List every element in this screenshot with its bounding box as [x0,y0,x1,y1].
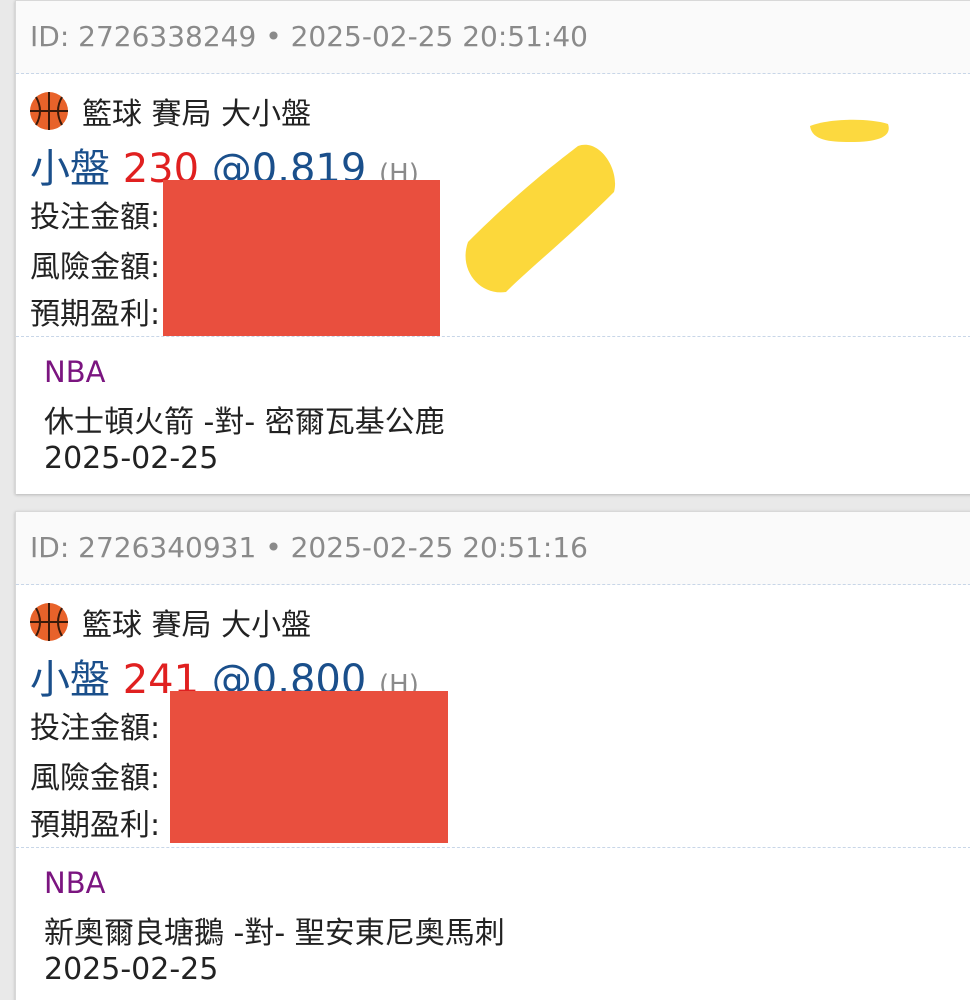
risk-label: 風險金額: [30,761,161,796]
bet-history-screen: ID: 2726338249 • 2025-02-25 20:51:40 籃球 … [0,0,970,1000]
basketball-icon [30,603,68,641]
event-date: 2025-02-25 [44,952,219,987]
league-name: NBA [44,866,106,900]
league-name: NBA [44,355,106,389]
redaction-box [170,691,448,843]
matchup: 新奧爾良塘鵝 -對- 聖安東尼奧馬刺 [44,916,505,951]
sport-market-label: 籃球 賽局 大小盤 [82,608,312,643]
bet-details: 籃球 賽局 大小盤 小盤 230 @0.819 (H) 投注金額: 風險金額: … [16,74,970,337]
pick-side: 小盤 [30,657,110,703]
basketball-icon [30,92,68,130]
bet-id-timestamp: ID: 2726338249 • 2025-02-25 20:51:40 [16,1,970,74]
sport-market-line: 籃球 賽局 大小盤 [28,599,311,645]
matchup: 休士頓火箭 -對- 密爾瓦基公鹿 [44,405,445,440]
event-info: NBA 新奧爾良塘鵝 -對- 聖安東尼奧馬刺 2025-02-25 [16,848,970,998]
event-date: 2025-02-25 [44,441,219,476]
bet-details: 籃球 賽局 大小盤 小盤 241 @0.800 (H) 投注金額: 風險金額: … [16,585,970,848]
stake-label: 投注金額: [30,200,161,235]
sport-market-label: 籃球 賽局 大小盤 [82,97,312,132]
pick-side: 小盤 [30,146,110,192]
bet-card[interactable]: ID: 2726340931 • 2025-02-25 20:51:16 籃球 … [15,511,970,1000]
profit-label: 預期盈利: [30,808,161,843]
bet-id-timestamp: ID: 2726340931 • 2025-02-25 20:51:16 [16,512,970,585]
profit-label: 預期盈利: [30,297,161,332]
event-info: NBA 休士頓火箭 -對- 密爾瓦基公鹿 2025-02-25 [16,337,970,487]
bet-card[interactable]: ID: 2726338249 • 2025-02-25 20:51:40 籃球 … [15,0,970,494]
stake-label: 投注金額: [30,711,161,746]
sport-market-line: 籃球 賽局 大小盤 [28,88,311,134]
risk-label: 風險金額: [30,250,161,285]
redaction-box [163,180,440,336]
